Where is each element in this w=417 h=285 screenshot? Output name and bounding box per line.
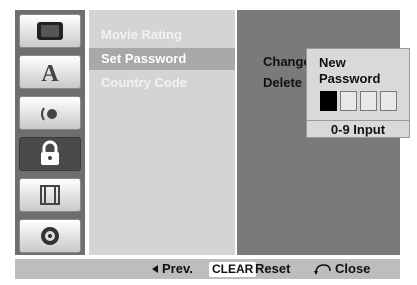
menu-item-set-password[interactable]: Set Password [89, 48, 235, 70]
disc-settings-icon[interactable] [19, 14, 81, 48]
menu-panel: Movie Rating Set Password Country Code [89, 10, 235, 255]
svg-text:A: A [41, 61, 59, 85]
pin-digit-1[interactable] [320, 91, 337, 111]
change-option[interactable]: Change [263, 54, 311, 69]
language-icon[interactable]: A [19, 55, 81, 89]
menu-item-movie-rating[interactable]: Movie Rating [89, 24, 235, 46]
popup-title: New Password [319, 55, 380, 87]
delete-option[interactable]: Delete [263, 75, 302, 90]
audio-icon[interactable] [19, 96, 81, 130]
pin-digit-4[interactable] [380, 91, 397, 111]
close-button[interactable]: Close [335, 259, 370, 279]
reset-button[interactable]: Reset [255, 259, 290, 279]
pin-digit-2[interactable] [340, 91, 357, 111]
video-icon[interactable] [19, 178, 81, 212]
bottom-help-bar: Prev. CLEAR Reset Close [15, 259, 400, 279]
menu-item-country-code[interactable]: Country Code [89, 72, 235, 94]
popup-title-line1: New [319, 55, 346, 70]
pin-digit-3[interactable] [360, 91, 377, 111]
setup-screen: A Movie Rating Set Password Country Code… [0, 0, 417, 279]
return-icon [313, 259, 333, 279]
left-arrow-icon [150, 259, 159, 279]
others-icon[interactable] [19, 219, 81, 253]
prev-button[interactable]: Prev. [162, 259, 193, 279]
category-icon-column: A [15, 10, 85, 255]
input-hint: 0-9 Input [307, 120, 409, 138]
clear-key-badge: CLEAR [209, 262, 257, 277]
lock-icon[interactable] [19, 137, 81, 171]
popup-title-line2: Password [319, 71, 381, 86]
new-password-popup: New Password 0-9 Input [306, 48, 410, 138]
